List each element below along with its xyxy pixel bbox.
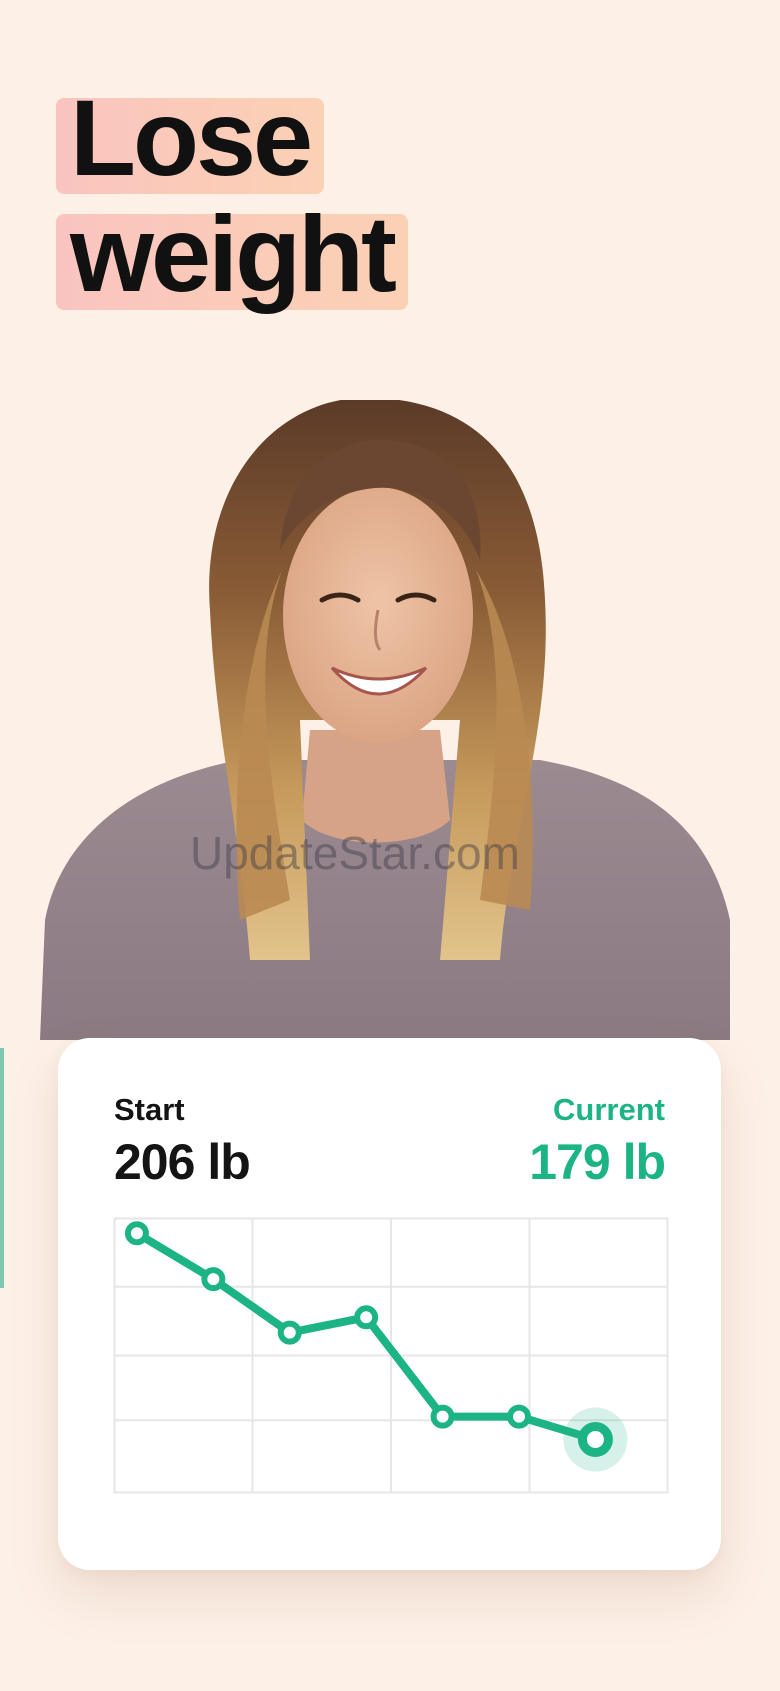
- weight-chart-svg: [113, 1217, 669, 1494]
- data-point: [201, 1267, 226, 1292]
- data-point: [277, 1320, 302, 1345]
- weight-progress-card: Start 206 lb Current 179 lb: [58, 1038, 721, 1570]
- headline-line-2: weight: [56, 200, 408, 310]
- start-label: Start: [114, 1092, 185, 1127]
- start-stat: Start 206 lb: [114, 1092, 251, 1190]
- data-point: [124, 1221, 149, 1246]
- headline-line-1: Lose: [56, 84, 325, 194]
- current-label: Current: [553, 1092, 665, 1127]
- data-point: [354, 1305, 379, 1330]
- headline: Lose weight: [56, 84, 408, 310]
- weight-chart: [113, 1217, 669, 1494]
- current-stat: Current 179 lb: [529, 1092, 666, 1190]
- data-point: [506, 1404, 531, 1429]
- start-value: 206 lb: [114, 1134, 251, 1190]
- current-value: 179 lb: [529, 1134, 666, 1190]
- watermark-text: UpdateStar.com: [190, 827, 520, 879]
- data-point-current: [577, 1422, 613, 1458]
- data-point: [430, 1404, 455, 1429]
- hero-photo: [40, 400, 730, 1040]
- edge-strip: [0, 1048, 4, 1288]
